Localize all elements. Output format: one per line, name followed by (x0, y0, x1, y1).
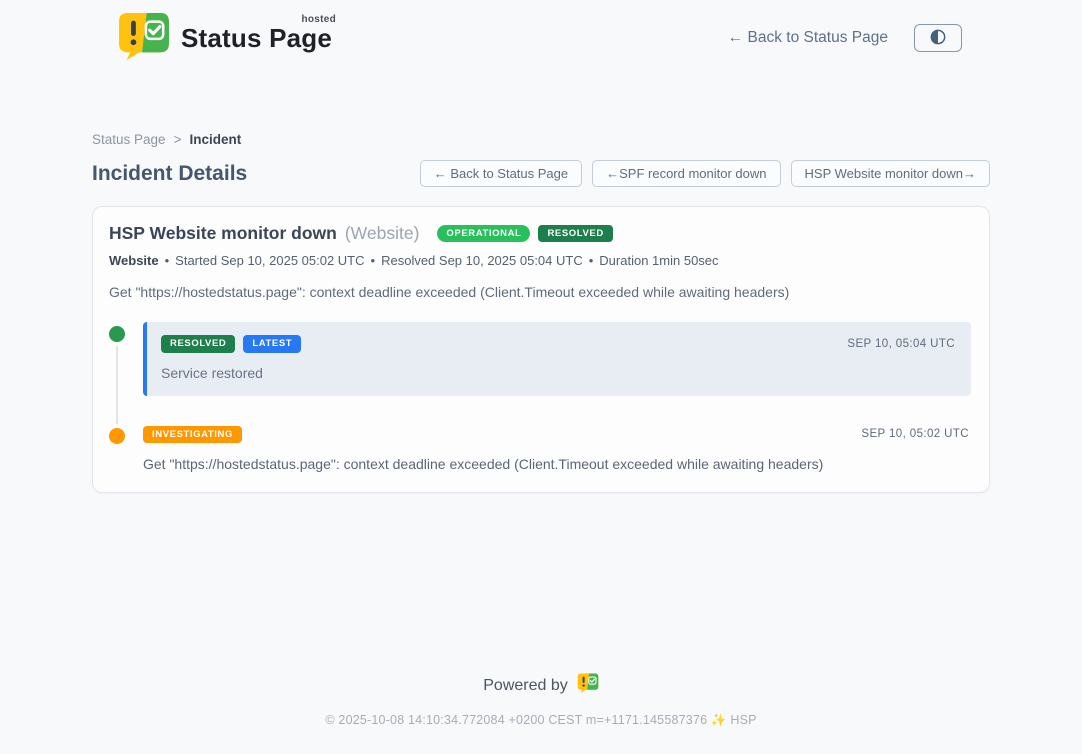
operational-badge: OPERATIONAL (437, 225, 530, 243)
breadcrumb-status-page[interactable]: Status Page (92, 132, 166, 147)
meta-bullet: • (589, 253, 594, 268)
breadcrumb-separator: > (174, 132, 182, 147)
timeline-timestamp: SEP 10, 05:04 UTC (847, 338, 955, 350)
page-title: Incident Details (92, 162, 247, 186)
resolved-badge: RESOLVED (161, 335, 235, 353)
footer: Powered by © 2025-10-08 14:10:34.772084 … (92, 673, 990, 754)
meta-component: Website (109, 253, 159, 268)
theme-toggle-button[interactable] (914, 24, 962, 52)
incident-meta: Website • Started Sep 10, 2025 05:02 UTC… (109, 253, 971, 268)
meta-bullet: • (165, 253, 170, 268)
timeline-message: Get "https://hostedstatus.page": context… (143, 456, 969, 472)
incident-title: HSP Website monitor down (109, 223, 337, 244)
incident-component: (Website) (345, 223, 420, 244)
contrast-half-circle-icon (928, 27, 948, 50)
timeline-timestamp: SEP 10, 05:02 UTC (861, 428, 969, 440)
statuspage-logo-icon (117, 12, 171, 65)
breadcrumb-incident: Incident (189, 132, 241, 147)
main-content: Status Page > Incident Incident Details … (92, 132, 990, 754)
timeline-dot-green (109, 326, 125, 342)
timeline-message: Service restored (161, 365, 955, 381)
incident-nav-buttons: ← Back to Status Page ←SPF record monito… (420, 160, 990, 187)
timeline-entry-investigating: INVESTIGATING SEP 10, 05:02 UTC Get "htt… (109, 424, 971, 473)
powered-by[interactable]: Powered by (483, 673, 599, 698)
brand-name: Status Page hosted (181, 23, 332, 54)
statuspage-logo[interactable]: Status Page hosted (117, 12, 332, 65)
resolved-badge: RESOLVED (538, 225, 612, 243)
powered-by-label: Powered by (483, 677, 568, 695)
header: Status Page hosted ← Back to Status Page (0, 0, 1082, 62)
next-incident-button[interactable]: HSP Website monitor down→ (791, 160, 990, 187)
prev-incident-button[interactable]: ←SPF record monitor down (592, 160, 780, 187)
copyright-line: © 2025-10-08 14:10:34.772084 +0200 CEST … (92, 713, 990, 754)
latest-badge: LATEST (243, 335, 301, 353)
incident-timeline: RESOLVED LATEST SEP 10, 05:04 UTC Servic… (109, 322, 971, 472)
meta-bullet: • (371, 253, 376, 268)
meta-started: Started Sep 10, 2025 05:02 UTC (175, 253, 364, 268)
statuspage-mini-logo-icon (577, 673, 599, 698)
investigating-badge: INVESTIGATING (143, 426, 242, 444)
back-to-status-page-button[interactable]: ← Back to Status Page (420, 160, 582, 187)
meta-duration: Duration 1min 50sec (599, 253, 718, 268)
brand-superscript: hosted (301, 14, 336, 25)
timeline-entry-resolved: RESOLVED LATEST SEP 10, 05:04 UTC Servic… (109, 322, 971, 396)
meta-resolved: Resolved Sep 10, 2025 05:04 UTC (381, 253, 583, 268)
incident-description: Get "https://hostedstatus.page": context… (109, 284, 971, 300)
back-to-status-page-link[interactable]: ← Back to Status Page (728, 29, 888, 47)
incident-card: HSP Website monitor down (Website) OPERA… (92, 206, 990, 493)
breadcrumb: Status Page > Incident (92, 132, 990, 147)
timeline-dot-orange (109, 428, 125, 444)
